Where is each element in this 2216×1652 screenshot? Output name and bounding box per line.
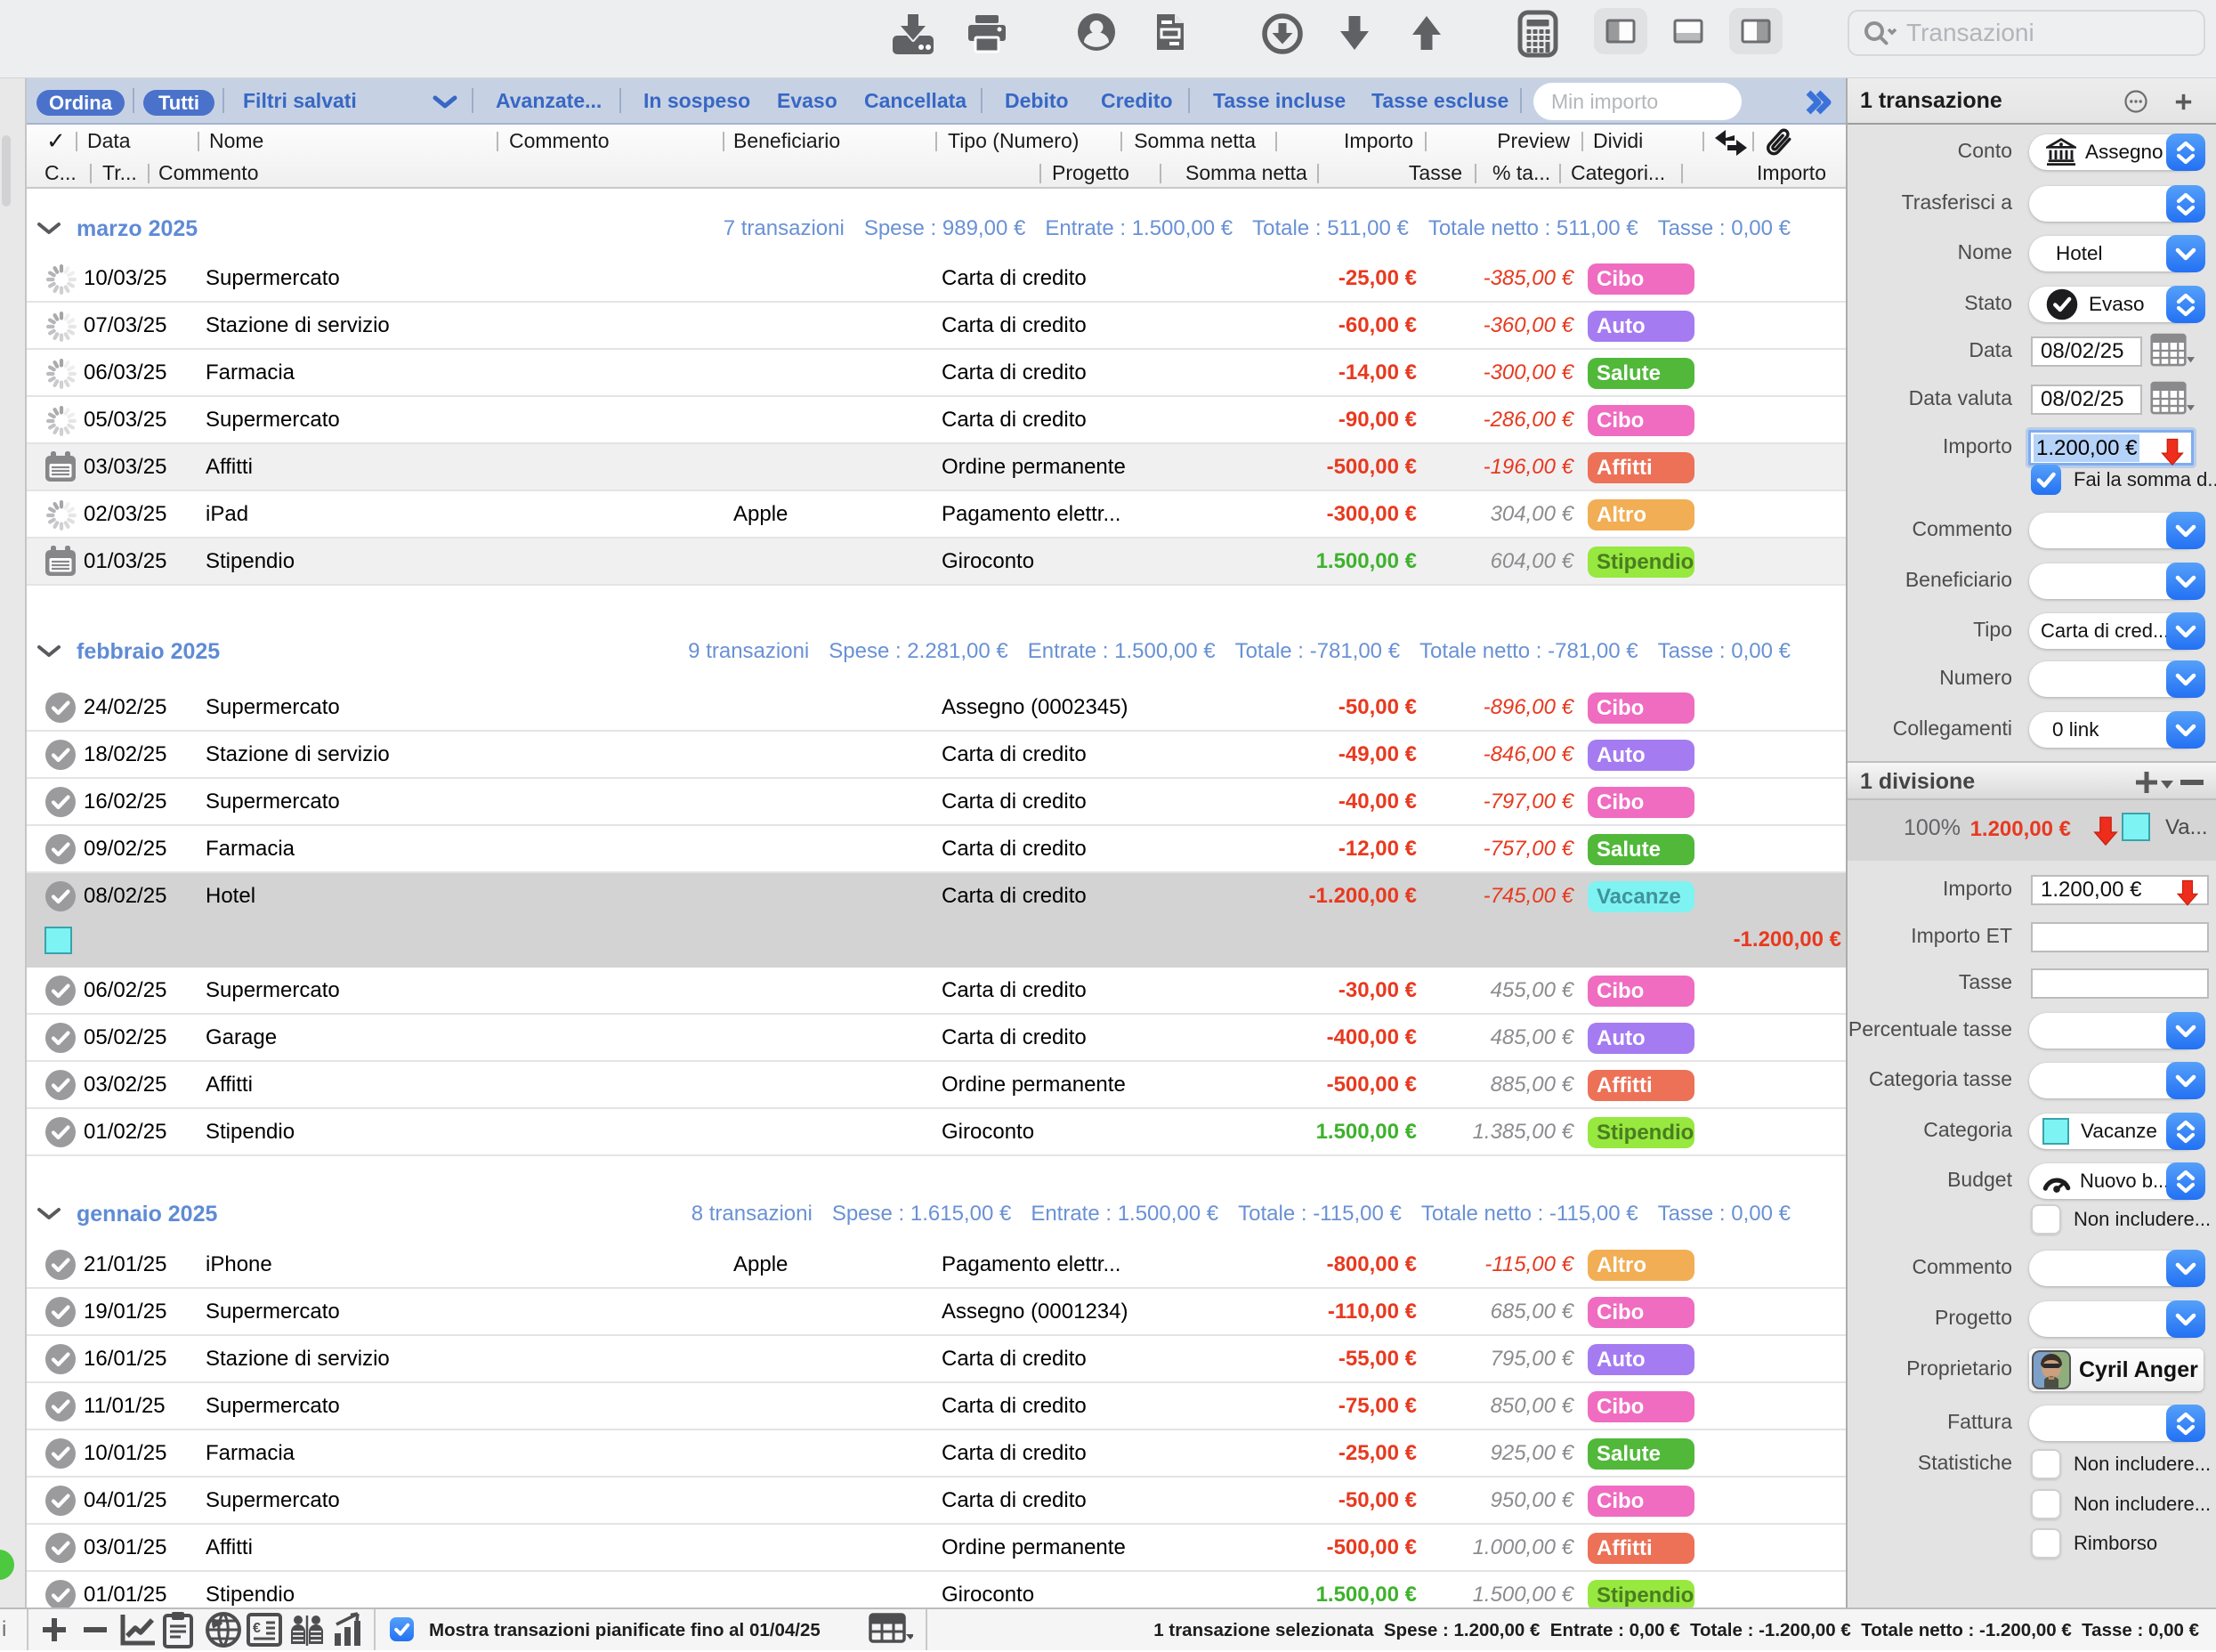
svg-text:€: € bbox=[253, 1621, 261, 1636]
